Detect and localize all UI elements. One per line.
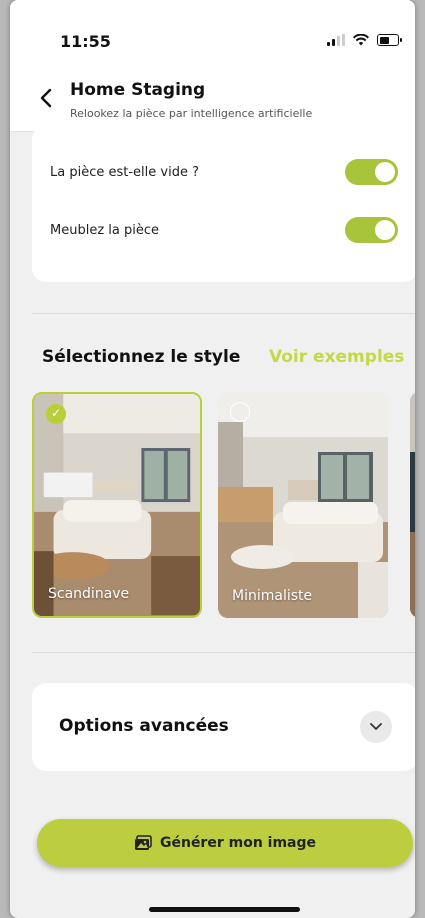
status-time: 11:55 [60,32,111,51]
style-section-title: Sélectionnez le style [42,347,241,367]
page-title: Home Staging [70,80,206,100]
style-name: Minimaliste [232,588,313,604]
style-carousel[interactable]: ✓ Scandinave Minimaliste [32,392,415,620]
status-bar: 11:55 [10,0,415,80]
generate-image-button[interactable]: Générer mon image [37,819,413,867]
style-card-minimaliste[interactable]: Minimaliste [218,392,388,618]
home-indicator [149,907,300,912]
style-card-partial[interactable]: C [410,392,415,618]
see-examples-link[interactable]: Voir exemples [269,347,404,367]
app-header: Home Staging Relookez la pièce par intel… [10,70,415,132]
divider [32,313,415,314]
room-photo [218,392,388,618]
toggle-label-empty-room: La pièce est-elle vide ? [50,164,199,180]
toggle-row-furnish: Meublez la pièce [50,217,398,243]
room-photo [34,394,200,616]
style-name: Scandinave [48,586,130,602]
room-settings-card: La pièce est-elle vide ? Meublez la pièc… [32,125,415,282]
advanced-options-title: Options avancées [59,716,229,736]
back-chevron-icon[interactable] [38,86,54,110]
style-card-scandinave[interactable]: ✓ Scandinave [32,392,202,618]
furnish-toggle[interactable] [345,217,398,243]
toggle-label-furnish: Meublez la pièce [50,222,159,238]
image-icon [134,835,152,851]
generate-label: Générer mon image [159,835,317,851]
room-photo [410,392,415,618]
style-radio [230,402,250,422]
signal-icon [327,34,345,46]
status-icons [327,34,402,46]
expand-button[interactable] [360,711,392,743]
battery-icon [377,34,402,46]
toggle-row-empty-room: La pièce est-elle vide ? [50,159,398,185]
wifi-icon [353,34,369,46]
check-icon: ✓ [51,406,62,420]
divider [32,652,415,653]
page-subtitle: Relookez la pièce par intelligence artif… [70,107,313,120]
empty-room-toggle[interactable] [345,159,398,185]
chevron-down-icon [370,723,382,730]
phone-screen: 11:55 Home Staging Relookez la pièce par… [10,0,415,918]
advanced-options-card[interactable]: Options avancées [32,683,415,771]
style-selected-radio: ✓ [46,404,66,424]
